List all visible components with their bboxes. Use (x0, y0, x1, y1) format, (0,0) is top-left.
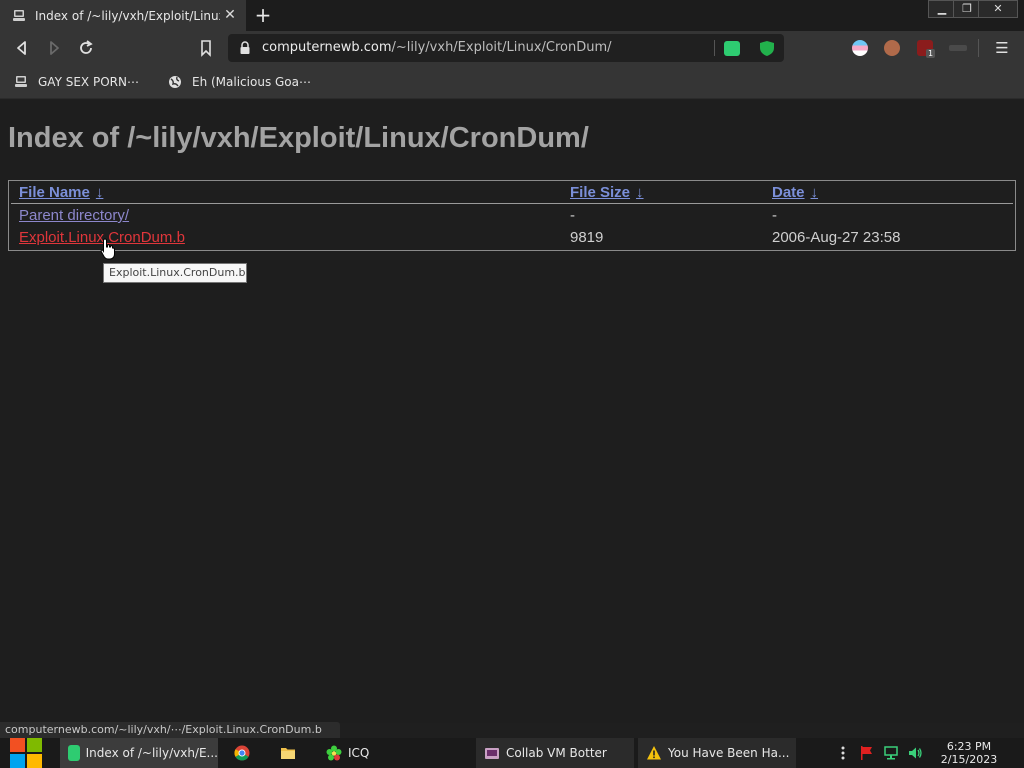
clock-time: 6:23 PM (946, 740, 992, 753)
sort-arrow-icon: ↓ (95, 184, 104, 201)
taskbar-item-label: Index of /~lily/vxh/E... (85, 746, 218, 760)
column-header-date[interactable]: Date ↓ (772, 184, 818, 201)
reload-icon[interactable] (76, 38, 96, 58)
minimize-button[interactable]: ▁ (928, 0, 956, 18)
folder-icon (281, 748, 295, 759)
chat-extension-icon[interactable] (724, 41, 740, 56)
column-header-label: Date (772, 184, 805, 201)
sort-arrow-icon: ↓ (636, 184, 644, 201)
extension-icon[interactable] (949, 45, 967, 51)
address-bar[interactable]: computernewb.com/~lily/vxh/Exploit/Linux… (228, 34, 784, 62)
avatar-extension-icon[interactable] (884, 40, 900, 56)
browser-menu-icon[interactable]: ☰ (994, 39, 1010, 57)
taskbar-item-label: You Have Been Ha... (668, 746, 790, 760)
network-icon[interactable] (883, 745, 899, 761)
browser-icon (68, 745, 80, 761)
browser-toolbar: computernewb.com/~lily/vxh/Exploit/Linux… (0, 31, 1024, 65)
browser-tab[interactable]: Index of /~lily/vxh/Exploit/Linux/C ✕ (0, 0, 246, 31)
tab-strip: Index of /~lily/vxh/Exploit/Linux/C ✕ + … (0, 0, 1024, 31)
table-cell-size: 9819 (570, 229, 604, 246)
bookmark-icon[interactable] (196, 38, 216, 58)
header-divider (11, 203, 1013, 204)
url-text[interactable]: computernewb.com/~lily/vxh/Exploit/Linux… (262, 40, 612, 55)
ublock-extension-icon[interactable]: 1 (917, 40, 936, 58)
globe-icon (169, 76, 181, 88)
system-clock[interactable]: 6:23 PM 2/15/2023 (930, 740, 1008, 766)
taskbar-item-explorer[interactable] (272, 738, 312, 768)
omnibox-divider (714, 40, 715, 56)
forward-icon[interactable] (44, 38, 64, 58)
lock-icon[interactable] (239, 41, 251, 55)
maximize-button[interactable]: ❐ (953, 0, 981, 18)
taskbar-item-browser[interactable]: Index of /~lily/vxh/E... (60, 738, 218, 768)
page-content: Index of /~lily/vxh/Exploit/Linux/CronDu… (0, 100, 1024, 723)
site-favicon-icon (13, 9, 25, 21)
taskbar-item-warning[interactable]: You Have Been Ha... (638, 738, 796, 768)
sort-arrow-icon: ↓ (810, 184, 819, 201)
taskbar-item-chrome[interactable] (226, 738, 266, 768)
taskbar-item-label: ICQ (348, 746, 370, 760)
url-path: /~lily/vxh/Exploit/Linux/CronDum/ (391, 40, 612, 55)
new-tab-button[interactable]: + (252, 4, 274, 26)
bookmark-item-2[interactable]: Eh (Malicious Goa⋯ (168, 73, 311, 91)
tab-close-icon[interactable]: ✕ (222, 7, 238, 23)
column-header-file-name[interactable]: File Name ↓ (19, 184, 103, 201)
bookmark-item-1[interactable]: GAY SEX PORN⋯ (14, 73, 139, 91)
windows-start-icon[interactable] (6, 738, 46, 768)
status-bar: computernewb.com/~lily/vxh/⋯/Exploit.Lin… (0, 722, 340, 738)
table-cell-date: 2006-Aug-27 23:58 (772, 229, 901, 246)
clock-date: 2/15/2023 (940, 753, 998, 766)
tray-overflow-icon[interactable] (835, 745, 851, 761)
shield-extension-icon[interactable] (759, 41, 775, 56)
tab-title: Index of /~lily/vxh/Exploit/Linux/C (35, 8, 220, 23)
app-icon (485, 748, 499, 759)
url-host: computernewb.com (262, 40, 392, 55)
taskbar-item-icq[interactable]: ICQ (318, 738, 388, 768)
taskbar-item-label: Collab VM Botter (506, 746, 607, 760)
toolbar-divider (978, 39, 979, 57)
warning-icon (647, 746, 661, 760)
taskbar: Index of /~lily/vxh/E... ICQ Collab VM B… (0, 738, 1024, 768)
icq-flower-icon (326, 745, 342, 761)
table-cell-size: - (570, 207, 575, 224)
taskbar-item-collab-vm-botter[interactable]: Collab VM Botter (476, 738, 634, 768)
chrome-icon (234, 745, 250, 761)
bookmarks-bar: GAY SEX PORN⋯ Eh (Malicious Goa⋯ (0, 65, 1024, 99)
back-icon[interactable] (12, 38, 32, 58)
action-center-flag-icon[interactable] (859, 745, 875, 761)
file-listing-table: File Name ↓ File Size ↓ Date ↓ Parent direc… (8, 180, 1016, 251)
parent-directory-link[interactable]: Parent directory/ (19, 207, 129, 224)
bookmark-label: Eh (Malicious Goa⋯ (192, 75, 311, 89)
hand-cursor-icon (100, 238, 115, 260)
page-title: Index of /~lily/vxh/Exploit/Linux/CronDu… (8, 122, 589, 154)
table-cell-date: - (772, 207, 777, 224)
extension-badge: 1 (926, 49, 936, 58)
volume-icon[interactable] (907, 745, 923, 761)
close-window-button[interactable]: ✕ (978, 0, 1018, 18)
column-header-label: File Name (19, 184, 90, 201)
column-header-label: File Size (570, 184, 631, 201)
link-tooltip: Exploit.Linux.CronDum.b (103, 263, 247, 283)
site-icon (15, 76, 27, 87)
column-header-file-size[interactable]: File Size ↓ (570, 184, 644, 201)
flag-extension-icon[interactable] (852, 40, 868, 56)
bookmark-label: GAY SEX PORN⋯ (38, 75, 139, 89)
